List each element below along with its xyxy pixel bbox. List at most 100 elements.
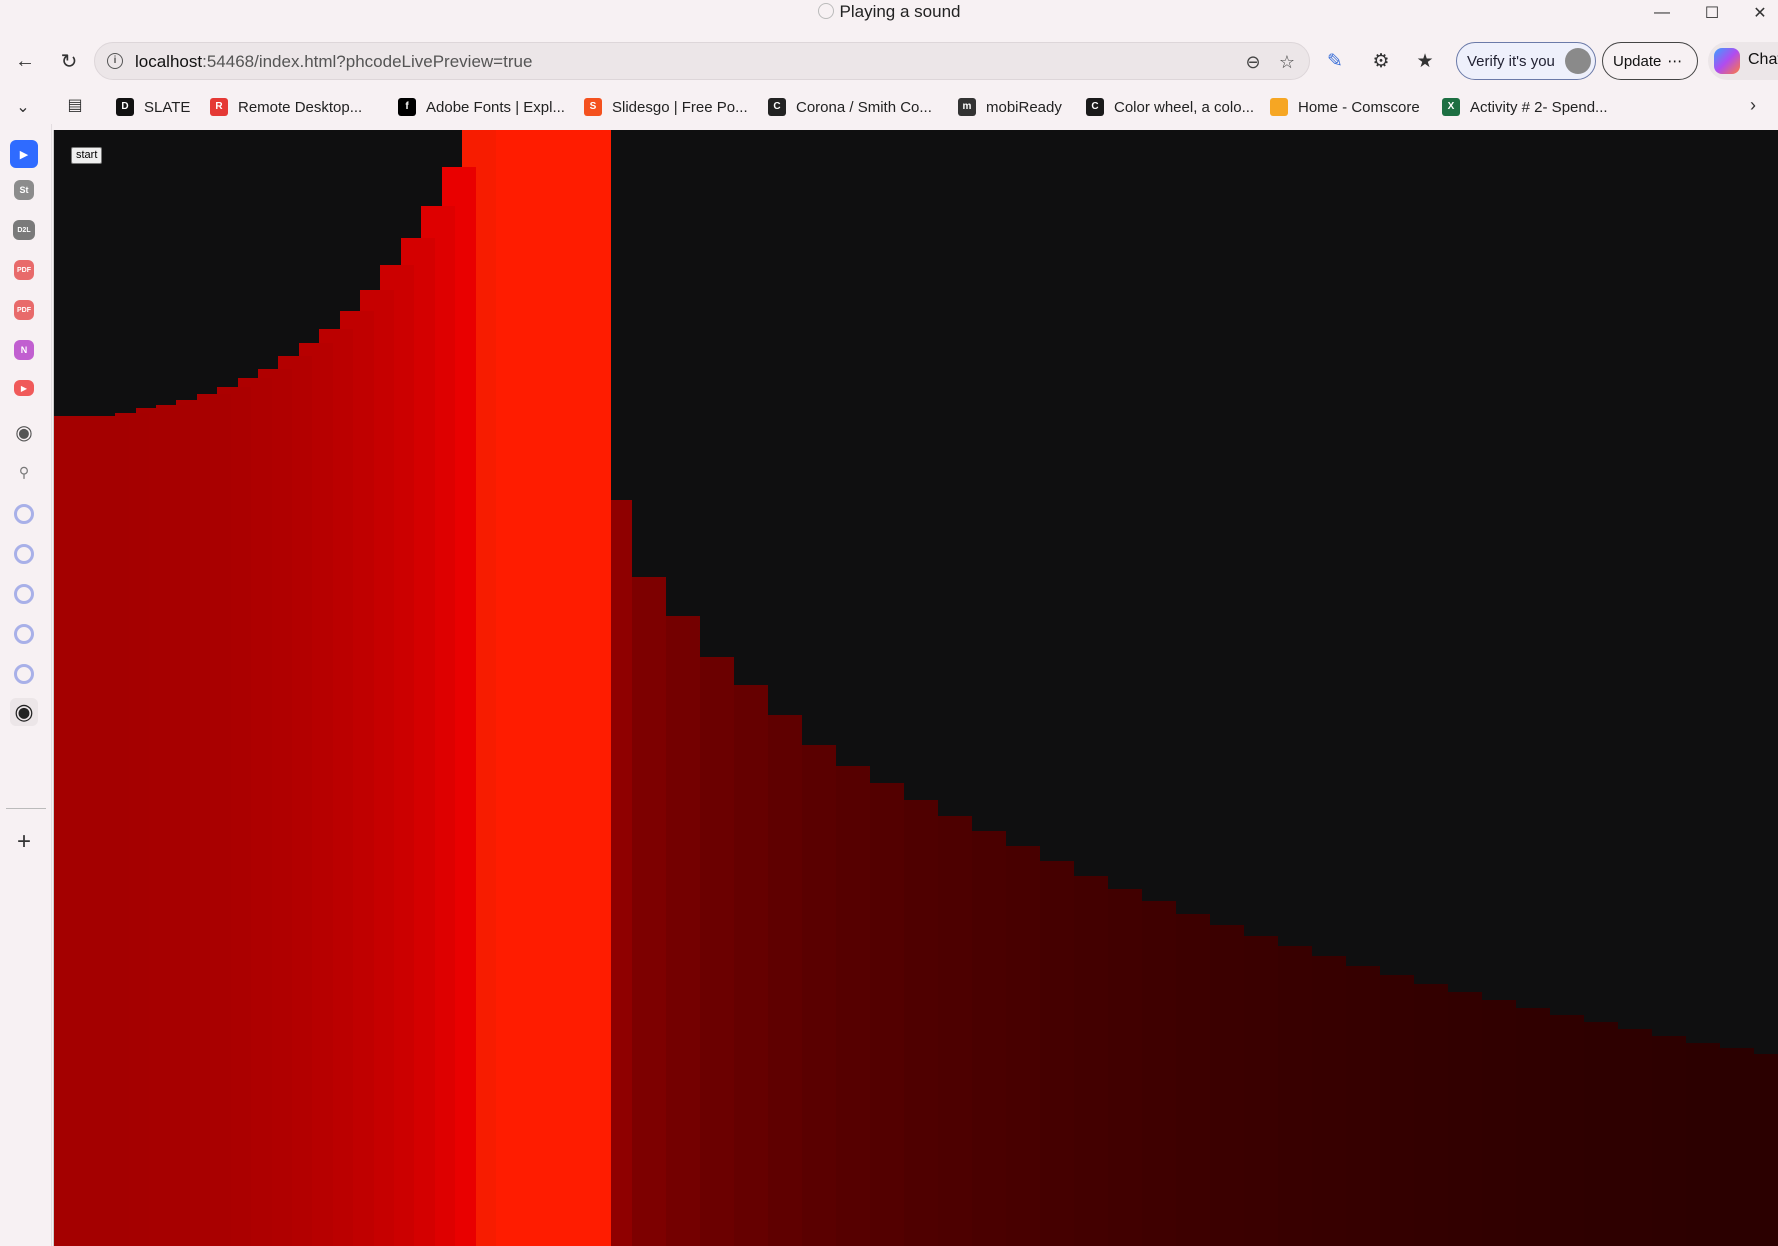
reload-button[interactable]: ↻: [54, 46, 84, 76]
youtube-app-icon[interactable]: ▶: [14, 380, 34, 396]
adobe-fonts-icon: f: [398, 98, 416, 116]
bookmark-label: Home - Comscore: [1298, 98, 1420, 116]
bookmark-label: Color wheel, a colo...: [1114, 98, 1255, 116]
visualizer-bar: [1108, 889, 1142, 1246]
update-label: Update: [1613, 52, 1662, 70]
maximize-button[interactable]: ☐: [1690, 0, 1734, 26]
add-icon[interactable]: +: [10, 828, 38, 856]
slidesgo-icon: S: [584, 98, 602, 116]
bookmark-item[interactable]: m mobiReady: [958, 94, 1062, 120]
chevron-right-icon[interactable]: ›: [1738, 90, 1768, 120]
visualizer-bar: [972, 831, 1006, 1246]
loading-app-icon[interactable]: [14, 664, 34, 684]
extensions-icon[interactable]: ⚙: [1366, 46, 1396, 76]
d2l-app-icon[interactable]: D2L: [13, 220, 35, 240]
search-icon[interactable]: ⚲: [10, 458, 38, 486]
loading-app-icon[interactable]: [14, 624, 34, 644]
close-button[interactable]: ✕: [1738, 0, 1778, 26]
bookmark-label: Slidesgo | Free Po...: [612, 98, 748, 116]
web-app-icon[interactable]: ◉: [10, 698, 38, 726]
excel-icon: X: [1442, 98, 1460, 116]
bookmark-label: mobiReady: [986, 98, 1062, 116]
play-app-icon[interactable]: ▶: [10, 140, 38, 168]
address-bar[interactable]: i localhost:54468/index.html?phcodeLiveP…: [94, 42, 1310, 80]
loading-app-icon[interactable]: [14, 584, 34, 604]
page-viewport: start: [53, 130, 1778, 1246]
onenote-app-icon[interactable]: N: [14, 340, 34, 360]
visualizer-bar: [1346, 966, 1380, 1246]
verify-label: Verify it's you: [1467, 52, 1555, 70]
chevron-down-icon[interactable]: ⌄: [8, 92, 38, 122]
visualizer-bar: [1244, 936, 1278, 1246]
visualizer-bar: [1040, 861, 1074, 1246]
bookmark-item[interactable]: D SLATE: [116, 94, 190, 120]
bookmark-item[interactable]: X Activity # 2- Spend...: [1442, 94, 1608, 120]
d2l-icon: D: [116, 98, 134, 116]
pen-icon[interactable]: ✎: [1320, 46, 1350, 76]
visualizer-bar: [1176, 914, 1210, 1246]
avatar: [1565, 48, 1591, 74]
sidebar-divider: [6, 808, 46, 809]
verify-button[interactable]: Verify it's you: [1456, 42, 1596, 80]
visualizer-bar: [1754, 1054, 1778, 1246]
title-bar: Playing a sound — ☐ ✕: [0, 0, 1778, 26]
visualizer-bar: [1380, 975, 1414, 1246]
visualizer-bar: [1312, 956, 1346, 1246]
st-app-icon[interactable]: St: [14, 180, 34, 200]
copilot-chat-button[interactable]: Chat: [1708, 42, 1778, 80]
visualizer-bar: [1142, 901, 1176, 1246]
visualizer-bar: [1584, 1022, 1618, 1246]
globe-app-icon[interactable]: ◉: [10, 418, 38, 446]
pdf-app-icon[interactable]: PDF: [14, 260, 34, 280]
visualizer-bar: [1414, 984, 1448, 1246]
favorites-icon[interactable]: ★: [1410, 46, 1440, 76]
more-icon: ⋯: [1667, 53, 1683, 70]
visualizer-bar: [666, 616, 700, 1246]
visualizer-bar: [700, 657, 734, 1246]
visualizer-bar: [1618, 1029, 1652, 1246]
remote-desktop-icon: R: [210, 98, 228, 116]
visualizer-bar: [1448, 992, 1482, 1246]
folder-icon: [1270, 98, 1288, 116]
window-title-text: Playing a sound: [839, 2, 961, 21]
mobiready-icon: m: [958, 98, 976, 116]
bookmark-item[interactable]: C Color wheel, a colo...: [1086, 94, 1254, 120]
visualizer-bar: [496, 130, 611, 1246]
url-text[interactable]: localhost:54468/index.html?phcodeLivePre…: [135, 52, 532, 72]
loading-app-icon[interactable]: [14, 544, 34, 564]
audio-visualizer: [54, 130, 1778, 1246]
visualizer-bar: [632, 577, 666, 1246]
favorite-star-icon[interactable]: ☆: [1275, 50, 1299, 74]
back-button[interactable]: ←: [10, 46, 40, 76]
browser-window: Playing a sound — ☐ ✕ ← ↻ i localhost:54…: [0, 0, 1778, 1246]
visualizer-bar: [904, 800, 938, 1246]
bookmark-item[interactable]: C Corona / Smith Co...: [768, 94, 932, 120]
bookmark-label: Remote Desktop...: [238, 98, 363, 116]
bookmark-item[interactable]: R Remote Desktop...: [210, 94, 362, 120]
visualizer-bar: [1278, 946, 1312, 1246]
visualizer-bar: [938, 816, 972, 1246]
visualizer-bar: [870, 783, 904, 1246]
bookmark-label: Corona / Smith Co...: [796, 98, 932, 116]
visualizer-bar: [802, 745, 836, 1246]
bookmark-item[interactable]: f Adobe Fonts | Expl...: [398, 94, 565, 120]
corona-icon: C: [768, 98, 786, 116]
sidebar: ▶ St D2L PDF PDF N ▶ ◉ ⚲ ◉ +: [0, 124, 52, 1246]
color-wheel-icon: C: [1086, 98, 1104, 116]
update-button[interactable]: Update ⋯: [1602, 42, 1698, 80]
visualizer-bar: [768, 715, 802, 1246]
zoom-out-icon[interactable]: ⊖: [1241, 50, 1265, 74]
bookmark-item[interactable]: S Slidesgo | Free Po...: [584, 94, 748, 120]
bookmarks-bar: ⌄ ▤ D SLATE R Remote Desktop... f Adobe Fonts…: [0, 90, 1778, 124]
bookmark-label: Activity # 2- Spend...: [1470, 98, 1608, 116]
minimize-button[interactable]: —: [1640, 0, 1684, 26]
copilot-icon: [1714, 48, 1740, 74]
site-info-icon[interactable]: i: [107, 53, 123, 69]
bookmark-item[interactable]: Home - Comscore: [1270, 94, 1420, 120]
globe-icon: [817, 3, 834, 19]
loading-app-icon[interactable]: [14, 504, 34, 524]
tab-actions-icon[interactable]: ▤: [60, 90, 90, 120]
pdf-app-icon-2[interactable]: PDF: [14, 300, 34, 320]
chat-label: Chat: [1748, 51, 1778, 68]
bookmark-label: Adobe Fonts | Expl...: [426, 98, 565, 116]
